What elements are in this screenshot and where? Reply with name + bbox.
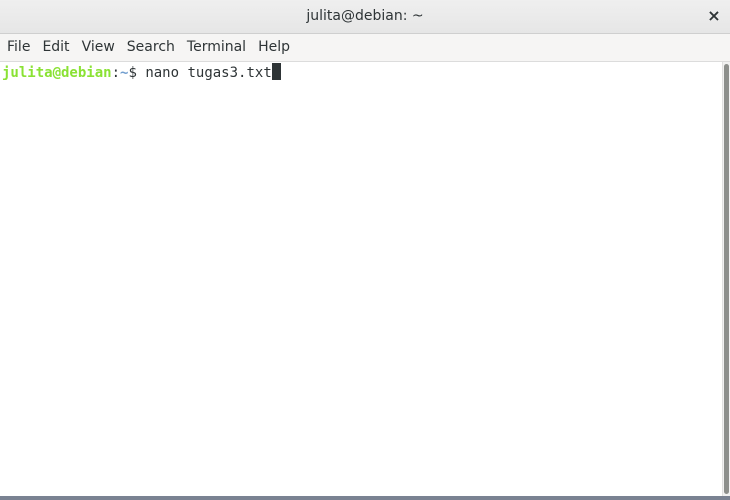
window-title: julita@debian: ~ — [306, 8, 424, 24]
command-text: nano tugas3.txt — [145, 65, 272, 81]
title-bar[interactable]: julita@debian: ~ × — [0, 0, 730, 34]
text-cursor — [271, 63, 281, 80]
menu-file[interactable]: File — [1, 34, 36, 61]
terminal-output[interactable]: julita@debian:~$ nano tugas3.txt — [0, 62, 722, 496]
menu-edit[interactable]: Edit — [36, 34, 75, 61]
scrollbar-thumb[interactable] — [724, 64, 729, 494]
terminal-window: julita@debian: ~ × File Edit View Search… — [0, 0, 730, 500]
prompt-symbol: $ — [128, 65, 146, 81]
menu-search[interactable]: Search — [121, 34, 181, 61]
vertical-scrollbar[interactable] — [722, 62, 730, 496]
menu-terminal[interactable]: Terminal — [181, 34, 252, 61]
menu-view[interactable]: View — [76, 34, 121, 61]
menu-bar: File Edit View Search Terminal Help — [0, 34, 730, 62]
close-button[interactable]: × — [702, 4, 726, 28]
prompt-user-host: julita@debian — [2, 65, 112, 81]
menu-help[interactable]: Help — [252, 34, 296, 61]
prompt-separator: : — [111, 65, 121, 81]
window-bottom-edge — [0, 496, 730, 500]
